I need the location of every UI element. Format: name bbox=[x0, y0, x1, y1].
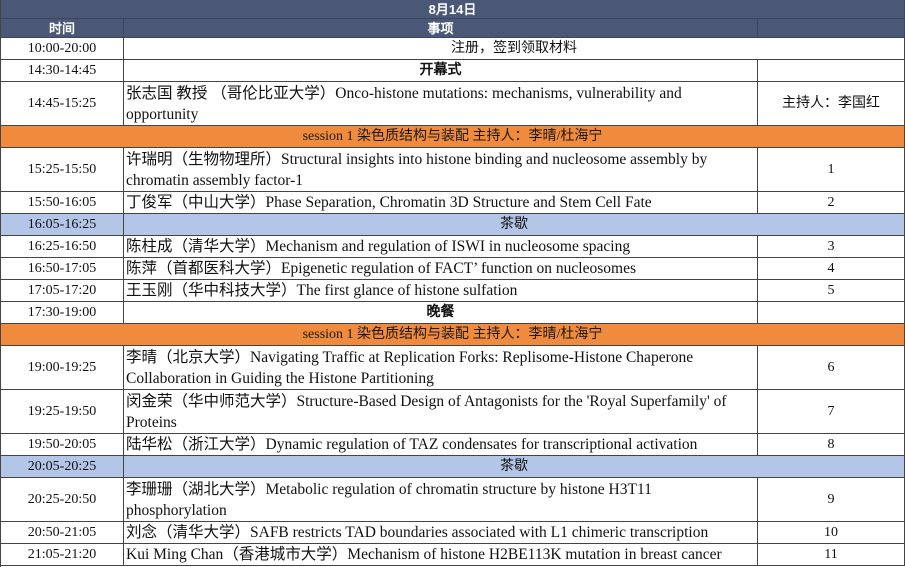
schedule-row-talk: 19:25-19:50 闵金荣（华中师范大学）Structure-Based D… bbox=[1, 390, 905, 434]
empty-side-cell bbox=[758, 302, 905, 323]
time-cell: 20:25-20:50 bbox=[1, 478, 124, 521]
schedule-row-talk: 15:25-15:50 许瑞明（生物物理所）Structural insight… bbox=[1, 148, 905, 192]
tea-break-row: 20:05-20:25 茶歇 bbox=[1, 456, 905, 478]
time-cell: 15:25-15:50 bbox=[1, 148, 124, 191]
column-header-item: 事项 bbox=[124, 19, 758, 37]
opening-ceremony-cell: 开幕式 bbox=[124, 60, 758, 81]
session-title: session 1 染色质结构与装配 主持人：李晴/杜海宁 bbox=[1, 324, 905, 345]
time-cell: 15:50-16:05 bbox=[1, 192, 124, 213]
time-cell: 19:50-20:05 bbox=[1, 434, 124, 455]
registration-cell: 注册，签到领取材料 bbox=[124, 38, 905, 59]
schedule-row-talk: 20:50-21:05 刘念（清华大学）SAFB restricts TAD b… bbox=[1, 522, 905, 544]
tea-break-cell: 茶歇 bbox=[124, 214, 905, 235]
time-cell: 14:30-14:45 bbox=[1, 60, 124, 81]
schedule-row-dinner: 17:30-19:00 晚餐 bbox=[1, 302, 905, 324]
schedule-row-talk: 17:05-17:20 王玉刚（华中科技大学）The first glance … bbox=[1, 280, 905, 302]
talk-cell: 陈柱成（清华大学）Mechanism and regulation of ISW… bbox=[124, 236, 758, 257]
time-cell: 16:25-16:50 bbox=[1, 236, 124, 257]
schedule-row-talk: 20:25-20:50 李珊珊（湖北大学）Metabolic regulatio… bbox=[1, 478, 905, 522]
schedule-row-keynote: 14:45-15:25 张志国 教授 （哥伦比亚大学）Onco-histone … bbox=[1, 82, 905, 126]
time-cell: 16:05-16:25 bbox=[1, 214, 124, 235]
talk-cell: 闵金荣（华中师范大学）Structure-Based Design of Ant… bbox=[124, 390, 758, 433]
time-cell: 21:05-21:20 bbox=[1, 544, 124, 565]
talk-cell: 陈萍（首都医科大学）Epigenetic regulation of FACT’… bbox=[124, 258, 758, 279]
talk-cell: 李晴（北京大学）Navigating Traffic at Replicatio… bbox=[124, 346, 758, 389]
host-cell: 主持人：李国红 bbox=[758, 82, 905, 125]
schedule-row-talk: 19:50-20:05 陆华松（浙江大学）Dynamic regulation … bbox=[1, 434, 905, 456]
schedule-row-talk: 19:00-19:25 李晴（北京大学）Navigating Traffic a… bbox=[1, 346, 905, 390]
schedule-row-talk: 16:50-17:05 陈萍（首都医科大学）Epigenetic regulat… bbox=[1, 258, 905, 280]
tea-break-cell: 茶歇 bbox=[124, 456, 905, 477]
talk-number-cell: 1 bbox=[758, 148, 905, 191]
session-row: session 1 染色质结构与装配 主持人：李晴/杜海宁 bbox=[1, 324, 905, 346]
column-header-blank bbox=[758, 19, 905, 37]
schedule-row-talk: 15:50-16:05 丁俊军（中山大学）Phase Separation, C… bbox=[1, 192, 905, 214]
time-cell: 20:05-20:25 bbox=[1, 456, 124, 477]
talk-number-cell: 10 bbox=[758, 522, 905, 543]
empty-side-cell bbox=[758, 60, 905, 81]
talk-cell: 刘念（清华大学）SAFB restricts TAD boundaries as… bbox=[124, 522, 758, 543]
time-cell: 17:05-17:20 bbox=[1, 280, 124, 301]
dinner-cell: 晚餐 bbox=[124, 302, 758, 323]
talk-cell: 丁俊军（中山大学）Phase Separation, Chromatin 3D … bbox=[124, 192, 758, 213]
talk-number-cell: 4 bbox=[758, 258, 905, 279]
talk-number-cell: 5 bbox=[758, 280, 905, 301]
column-header-time: 时间 bbox=[1, 19, 124, 37]
schedule-row-opening: 14:30-14:45 开幕式 bbox=[1, 60, 905, 82]
date-title: 8月14日 bbox=[1, 0, 905, 18]
time-cell: 20:50-21:05 bbox=[1, 522, 124, 543]
talk-cell: 许瑞明（生物物理所）Structural insights into histo… bbox=[124, 148, 758, 191]
talk-cell: 王玉刚（华中科技大学）The first glance of histone s… bbox=[124, 280, 758, 301]
session-title: session 1 染色质结构与装配 主持人：李晴/杜海宁 bbox=[1, 126, 905, 147]
talk-cell: 陆华松（浙江大学）Dynamic regulation of TAZ conde… bbox=[124, 434, 758, 455]
talk-number-cell: 6 bbox=[758, 346, 905, 389]
schedule-row-registration: 10:00-20:00 注册，签到领取材料 bbox=[1, 38, 905, 60]
tea-break-row: 16:05-16:25 茶歇 bbox=[1, 214, 905, 236]
schedule-row-talk: 21:05-21:20 Kui Ming Chan（香港城市大学）Mechani… bbox=[1, 544, 905, 566]
schedule-sheet: 8月14日 时间 事项 10:00-20:00 注册，签到领取材料 14:30-… bbox=[0, 0, 905, 567]
talk-cell: 张志国 教授 （哥伦比亚大学）Onco-histone mutations: m… bbox=[124, 82, 758, 125]
session-row: session 1 染色质结构与装配 主持人：李晴/杜海宁 bbox=[1, 126, 905, 148]
talk-number-cell: 7 bbox=[758, 390, 905, 433]
time-cell: 19:00-19:25 bbox=[1, 346, 124, 389]
time-cell: 19:25-19:50 bbox=[1, 390, 124, 433]
schedule-row-talk: 16:25-16:50 陈柱成（清华大学）Mechanism and regul… bbox=[1, 236, 905, 258]
talk-number-cell: 8 bbox=[758, 434, 905, 455]
talk-number-cell: 3 bbox=[758, 236, 905, 257]
time-cell: 16:50-17:05 bbox=[1, 258, 124, 279]
talk-number-cell: 9 bbox=[758, 478, 905, 521]
talk-number-cell: 11 bbox=[758, 544, 905, 565]
date-title-row: 8月14日 bbox=[1, 0, 905, 19]
time-cell: 10:00-20:00 bbox=[1, 38, 124, 59]
talk-number-cell: 2 bbox=[758, 192, 905, 213]
time-cell: 17:30-19:00 bbox=[1, 302, 124, 323]
time-cell: 14:45-15:25 bbox=[1, 82, 124, 125]
talk-cell: Kui Ming Chan（香港城市大学）Mechanism of histon… bbox=[124, 544, 758, 565]
column-header-row: 时间 事项 bbox=[1, 19, 905, 38]
talk-cell: 李珊珊（湖北大学）Metabolic regulation of chromat… bbox=[124, 478, 758, 521]
